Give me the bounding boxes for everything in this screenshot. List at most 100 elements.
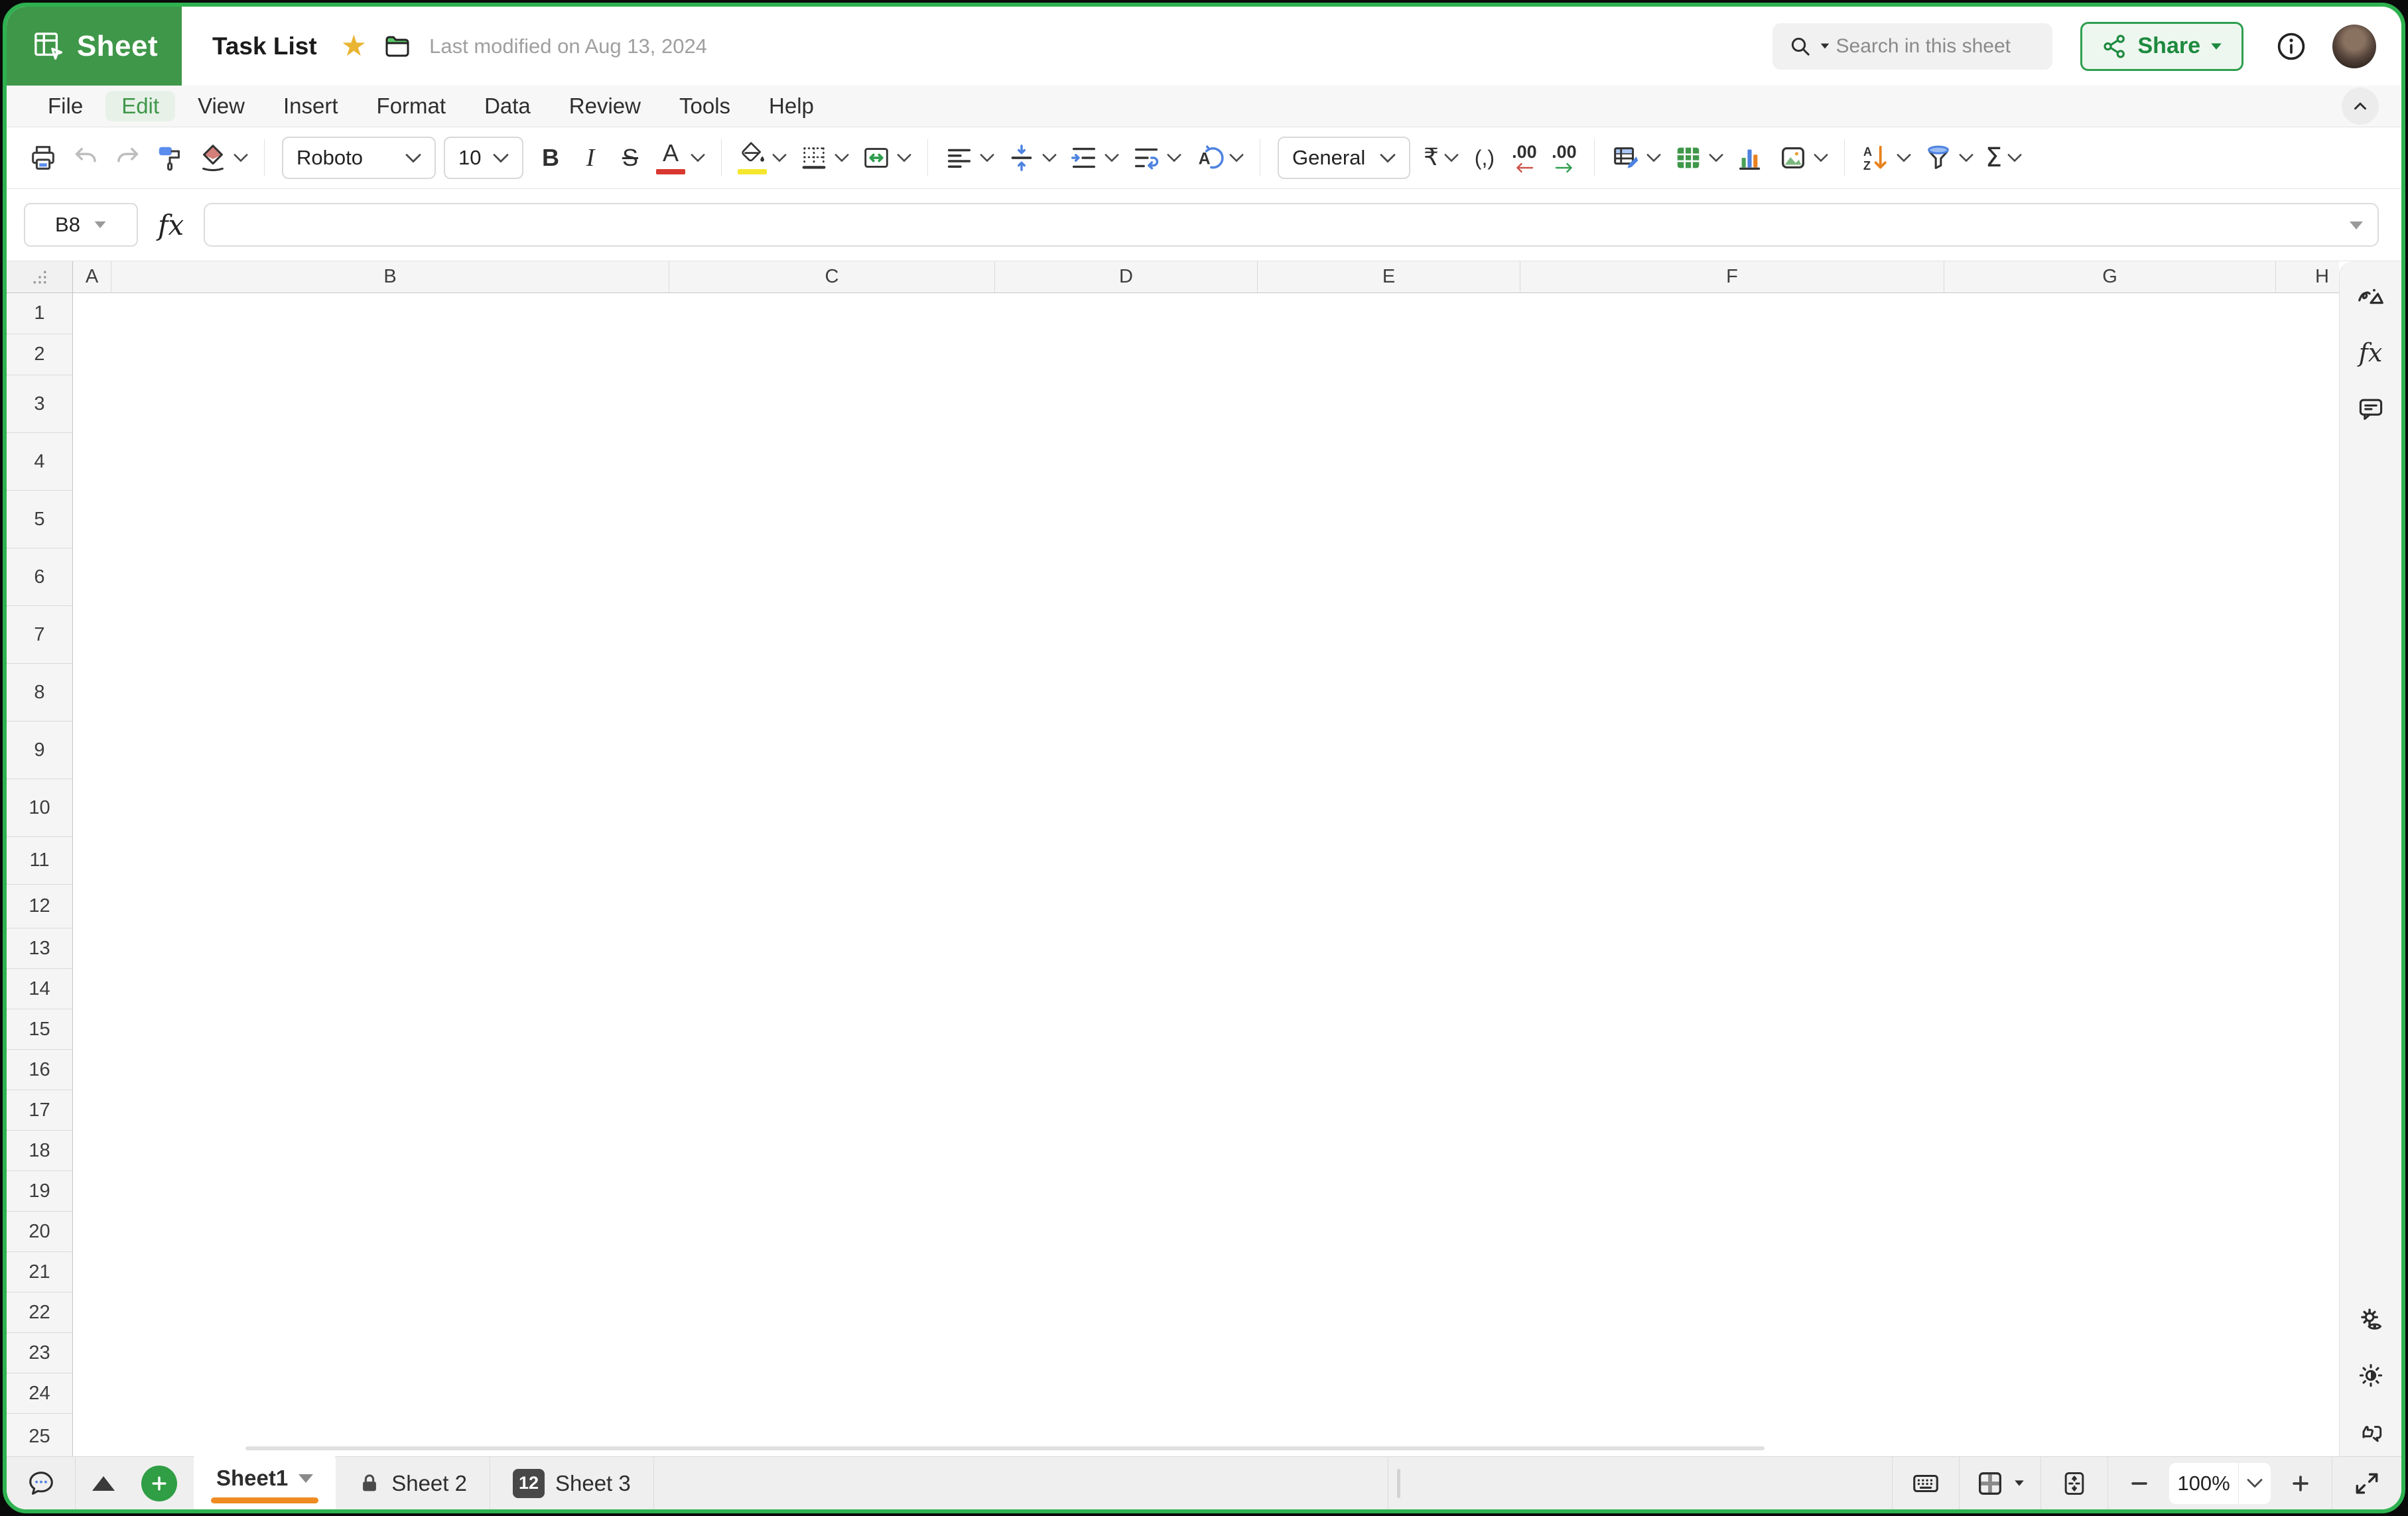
comma-format-button[interactable]: (,) [1465, 136, 1504, 180]
insert-chart-button[interactable] [1730, 136, 1771, 180]
menu-item-format[interactable]: Format [361, 91, 462, 121]
merge-cells-button[interactable] [856, 136, 917, 180]
merge-dropdown-icon[interactable] [897, 153, 911, 162]
info-icon[interactable] [2274, 29, 2308, 64]
app-logo[interactable]: Sheet [7, 7, 182, 86]
document-title[interactable]: Task List [212, 32, 317, 60]
column-header-A[interactable]: A [73, 261, 111, 293]
feedback-button[interactable] [2352, 1413, 2389, 1450]
italic-button[interactable]: I [571, 136, 610, 180]
sheet-tab-sheet-3[interactable]: 12Sheet 3 [490, 1457, 654, 1509]
share-dropdown-icon[interactable] [2211, 43, 2222, 50]
indent-dropdown-icon[interactable] [1104, 153, 1119, 162]
insert-image-button[interactable] [1773, 136, 1834, 180]
row-cells[interactable] [73, 1293, 2339, 1333]
row-cells[interactable] [73, 1131, 2339, 1171]
row-header-4[interactable]: 4 [7, 433, 73, 491]
row-cells[interactable] [73, 1090, 2339, 1131]
row-cells[interactable] [73, 1373, 2339, 1414]
sheet-tab-dropdown-icon[interactable] [299, 1474, 313, 1483]
image-dropdown-icon[interactable] [1814, 153, 1828, 162]
row-cells[interactable] [73, 548, 2339, 606]
view-settings-button[interactable] [2352, 1301, 2389, 1338]
row-header-6[interactable]: 6 [7, 548, 73, 606]
column-header-B[interactable]: B [111, 261, 669, 293]
row-cells[interactable] [73, 837, 2339, 885]
row-cells[interactable] [73, 1171, 2339, 1212]
row-header-13[interactable]: 13 [7, 928, 73, 969]
row-header-24[interactable]: 24 [7, 1373, 73, 1414]
row-cells[interactable] [73, 606, 2339, 664]
table-dropdown-icon[interactable] [1709, 153, 1723, 162]
strikethrough-button[interactable]: S [611, 136, 649, 180]
share-button[interactable]: Share [2080, 22, 2244, 71]
menu-item-file[interactable]: File [32, 91, 99, 121]
search-icon[interactable] [1787, 33, 1814, 60]
row-cells[interactable] [73, 1050, 2339, 1090]
row-cells[interactable] [73, 1212, 2339, 1252]
vertical-align-dropdown-icon[interactable] [1042, 153, 1057, 162]
row-header-5[interactable]: 5 [7, 491, 73, 548]
row-header-14[interactable]: 14 [7, 969, 73, 1009]
folder-icon[interactable] [381, 31, 413, 62]
sort-button[interactable]: A Z [1855, 136, 1916, 180]
column-header-G[interactable]: G [1944, 261, 2276, 293]
menu-item-data[interactable]: Data [468, 91, 547, 121]
row-header-7[interactable]: 7 [7, 606, 73, 664]
row-cells[interactable] [73, 664, 2339, 722]
row-cells[interactable] [73, 1009, 2339, 1050]
row-cells[interactable] [73, 433, 2339, 491]
text-rotate-button[interactable]: A [1188, 136, 1249, 180]
comments-panel-button[interactable] [2352, 390, 2389, 427]
filter-dropdown-icon[interactable] [1959, 153, 1973, 162]
sheet-tab-sheet1[interactable]: Sheet1 [194, 1450, 336, 1510]
row-header-20[interactable]: 20 [7, 1212, 73, 1252]
row-header-8[interactable]: 8 [7, 664, 73, 722]
column-header-C[interactable]: C [669, 261, 995, 293]
format-painter-button[interactable] [150, 136, 191, 180]
sum-dropdown-icon[interactable] [2007, 153, 2022, 162]
freeze-dropdown-icon[interactable] [2015, 1480, 2024, 1485]
currency-dropdown-icon[interactable] [1444, 153, 1459, 162]
keyboard-shortcuts-button[interactable] [1893, 1457, 1959, 1509]
redo-button[interactable] [107, 136, 149, 180]
row-cells[interactable] [73, 722, 2339, 779]
conditional-format-dropdown-icon[interactable] [1646, 153, 1661, 162]
indent-button[interactable] [1063, 136, 1124, 180]
menu-item-review[interactable]: Review [553, 91, 657, 121]
search-scope-dropdown-icon[interactable] [1820, 44, 1829, 49]
fill-color-dropdown-icon[interactable] [772, 153, 787, 162]
chat-button[interactable] [7, 1457, 76, 1509]
theme-toggle-button[interactable] [2352, 1357, 2389, 1394]
format-as-table-button[interactable] [1668, 136, 1729, 180]
row-cells[interactable] [73, 375, 2339, 433]
row-header-3[interactable]: 3 [7, 375, 73, 433]
formula-expand-icon[interactable] [2350, 221, 2363, 229]
sheet-tab-sheet-2[interactable]: Sheet 2 [336, 1457, 490, 1509]
row-header-25[interactable]: 25 [7, 1414, 73, 1456]
borders-button[interactable] [793, 136, 854, 180]
row-cells[interactable] [73, 885, 2339, 928]
fit-to-view-button[interactable] [2041, 1457, 2107, 1509]
add-sheet-button[interactable] [131, 1457, 187, 1509]
row-cells[interactable] [73, 928, 2339, 969]
eraser-dropdown-icon[interactable] [234, 153, 248, 162]
row-cells[interactable] [73, 779, 2339, 837]
select-all-corner[interactable] [7, 261, 73, 293]
font-family-select[interactable]: Roboto [282, 137, 436, 179]
row-header-21[interactable]: 21 [7, 1252, 73, 1293]
zoom-level-select[interactable]: 100% [2169, 1463, 2271, 1504]
vertical-align-button[interactable] [1001, 136, 1062, 180]
collapse-toolbar-button[interactable] [2342, 88, 2379, 125]
menu-item-edit[interactable]: Edit [105, 91, 175, 121]
row-header-10[interactable]: 10 [7, 779, 73, 837]
row-header-9[interactable]: 9 [7, 722, 73, 779]
text-rotate-dropdown-icon[interactable] [1229, 153, 1244, 162]
menu-item-view[interactable]: View [182, 91, 261, 121]
column-header-H[interactable]: H [2276, 261, 2339, 293]
zia-assistant-button[interactable] [2352, 279, 2389, 316]
formula-input[interactable] [204, 203, 2379, 247]
fullscreen-button[interactable] [2332, 1457, 2401, 1509]
row-header-1[interactable]: 1 [7, 293, 73, 334]
sum-button[interactable]: Σ [1980, 136, 2027, 180]
